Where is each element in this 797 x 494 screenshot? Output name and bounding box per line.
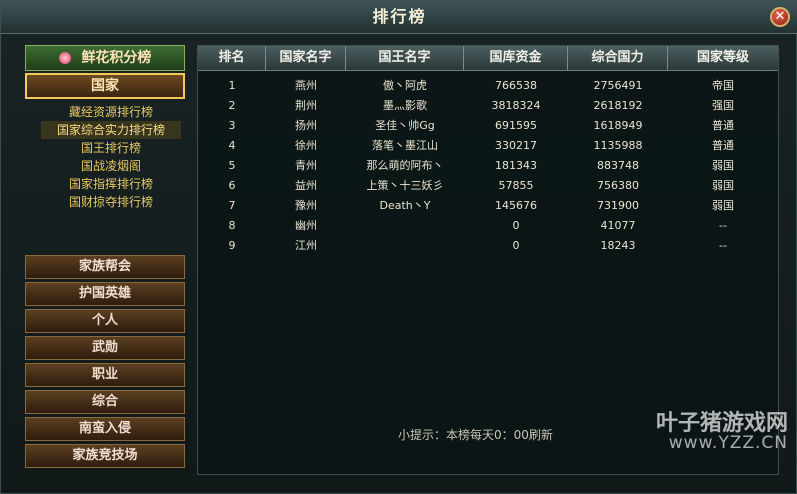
close-icon[interactable]: ✕ — [770, 7, 790, 27]
cell-treasury: 145676 — [495, 199, 537, 212]
flower-icon — [58, 52, 71, 64]
cell-treasury: 181343 — [495, 159, 537, 172]
sub-item-king-rank[interactable]: 国王排行榜 — [41, 139, 181, 157]
cell-king: 上策丶十三妖彡 — [366, 179, 444, 192]
cell-power: 2756491 — [593, 79, 643, 92]
cell-level: 帝国 — [712, 79, 734, 92]
table-row[interactable]: 8 幽州 0 41077 -- — [198, 216, 778, 236]
cell-level: 普通 — [712, 139, 734, 152]
nation-sub-list: 藏经资源排行榜 国家综合实力排行榜 国王排行榜 国战凌烟阁 国家指挥排行榜 国财… — [41, 103, 181, 211]
cell-power: 883748 — [597, 159, 639, 172]
cell-power: 1135988 — [593, 139, 643, 152]
sub-item-plunder-rank[interactable]: 国财掠夺排行榜 — [41, 193, 181, 211]
sidebar: 鲜花积分榜 国家 藏经资源排行榜 国家综合实力排行榜 国王排行榜 国战凌烟阁 国… — [21, 41, 189, 477]
cell-power: 756380 — [597, 179, 639, 192]
table-header: 排名 国家名字 国王名字 国库资金 综合国力 国家等级 — [198, 46, 778, 71]
table-row[interactable]: 6 益州 上策丶十三妖彡 57855 756380 弱国 — [198, 176, 778, 196]
cell-rank: 6 — [228, 179, 236, 192]
cell-power: 2618192 — [593, 99, 643, 112]
cell-rank: 3 — [228, 119, 236, 132]
flower-points-label: 鲜花积分榜 — [81, 50, 152, 66]
cat-personal[interactable]: 个人 — [25, 309, 185, 333]
table-row[interactable]: 7 豫州 Death丶Y 145676 731900 弱国 — [198, 196, 778, 216]
cell-level: 强国 — [712, 99, 734, 112]
table-row[interactable]: 5 青州 那么萌的阿布丶 181343 883748 弱国 — [198, 156, 778, 176]
cell-level: -- — [719, 239, 727, 252]
cell-nation: 青州 — [295, 159, 317, 172]
cell-king — [346, 216, 464, 236]
cell-nation: 扬州 — [295, 119, 317, 132]
table-body: 1 燕州 傲丶阿虎 766538 2756491 帝国 2 荆州 墨灬影歌 3818324 261… — [198, 76, 778, 256]
cell-rank: 2 — [228, 99, 236, 112]
cat-profession[interactable]: 职业 — [25, 363, 185, 387]
cell-treasury: 766538 — [495, 79, 537, 92]
table-row[interactable]: 3 扬州 圣佳丶帅Gg 691595 1618949 普通 — [198, 116, 778, 136]
rank-window: 排行榜 ✕ 鲜花积分榜 国家 藏经资源排行榜 国家综合实力排行榜 国王排行榜 国… — [0, 0, 797, 494]
cell-rank: 1 — [228, 79, 236, 92]
col-level[interactable]: 国家等级 — [668, 46, 778, 70]
cell-rank: 5 — [228, 159, 236, 172]
cell-treasury: 0 — [512, 239, 520, 252]
cell-king: 墨灬影歌 — [383, 99, 427, 112]
cell-treasury: 3818324 — [491, 99, 541, 112]
cell-nation: 江州 — [295, 239, 317, 252]
cell-level: 普通 — [712, 119, 734, 132]
cell-king: 那么萌的阿布丶 — [366, 159, 444, 172]
cell-power: 41077 — [600, 219, 636, 232]
cell-treasury: 330217 — [495, 139, 537, 152]
col-treasury[interactable]: 国库资金 — [464, 46, 568, 70]
cell-nation: 豫州 — [295, 199, 317, 212]
cell-nation: 荆州 — [295, 99, 317, 112]
cell-king: Death丶Y — [379, 199, 431, 212]
refresh-tip: 小提示：本榜每天0：00刷新 — [398, 428, 553, 442]
table-row[interactable]: 1 燕州 傲丶阿虎 766538 2756491 帝国 — [198, 76, 778, 96]
cat-family-arena[interactable]: 家族竞技场 — [25, 444, 185, 468]
cat-southern-invasion[interactable]: 南蛮入侵 — [25, 417, 185, 441]
title-bar: 排行榜 ✕ — [1, 1, 797, 34]
cell-rank: 9 — [228, 239, 236, 252]
cell-treasury: 691595 — [495, 119, 537, 132]
cat-hero[interactable]: 护国英雄 — [25, 282, 185, 306]
cell-rank: 8 — [228, 219, 236, 232]
sub-item-command-rank[interactable]: 国家指挥排行榜 — [41, 175, 181, 193]
cat-overall[interactable]: 综合 — [25, 390, 185, 414]
sub-item-war-hall[interactable]: 国战凌烟阁 — [41, 157, 181, 175]
col-power[interactable]: 综合国力 — [568, 46, 668, 70]
cell-treasury: 0 — [512, 219, 520, 232]
cell-nation: 益州 — [295, 179, 317, 192]
sub-item-nation-power[interactable]: 国家综合实力排行榜 — [41, 121, 181, 139]
cell-level: -- — [719, 219, 727, 232]
cell-nation: 燕州 — [295, 79, 317, 92]
nation-tab[interactable]: 国家 — [25, 73, 185, 99]
table-row[interactable]: 9 江州 0 18243 -- — [198, 236, 778, 256]
col-king-name[interactable]: 国王名字 — [346, 46, 464, 70]
site-watermark-en: www.YZZ.CN — [668, 433, 788, 453]
cell-level: 弱国 — [712, 159, 734, 172]
cat-family-guild[interactable]: 家族帮会 — [25, 255, 185, 279]
col-rank[interactable]: 排名 — [198, 46, 266, 70]
cell-power: 18243 — [600, 239, 636, 252]
flower-points-button[interactable]: 鲜花积分榜 — [25, 45, 185, 71]
cell-power: 731900 — [597, 199, 639, 212]
window-title: 排行榜 — [372, 7, 427, 26]
cell-nation: 徐州 — [295, 139, 317, 152]
cell-rank: 4 — [228, 139, 236, 152]
cell-king: 落笔丶墨江山 — [372, 139, 438, 152]
cell-nation: 幽州 — [295, 219, 317, 232]
cell-level: 弱国 — [712, 199, 734, 212]
cell-rank: 7 — [228, 199, 236, 212]
table-row[interactable]: 4 徐州 落笔丶墨江山 330217 1135988 普通 — [198, 136, 778, 156]
cell-treasury: 57855 — [498, 179, 534, 192]
cat-merit[interactable]: 武勋 — [25, 336, 185, 360]
cell-king: 圣佳丶帅Gg — [375, 119, 435, 132]
cell-king — [346, 236, 464, 256]
cell-king: 傲丶阿虎 — [383, 79, 427, 92]
cell-level: 弱国 — [712, 179, 734, 192]
col-nation-name[interactable]: 国家名字 — [266, 46, 346, 70]
sub-item-tibet-resources[interactable]: 藏经资源排行榜 — [41, 103, 181, 121]
table-row[interactable]: 2 荆州 墨灬影歌 3818324 2618192 强国 — [198, 96, 778, 116]
cell-power: 1618949 — [593, 119, 643, 132]
